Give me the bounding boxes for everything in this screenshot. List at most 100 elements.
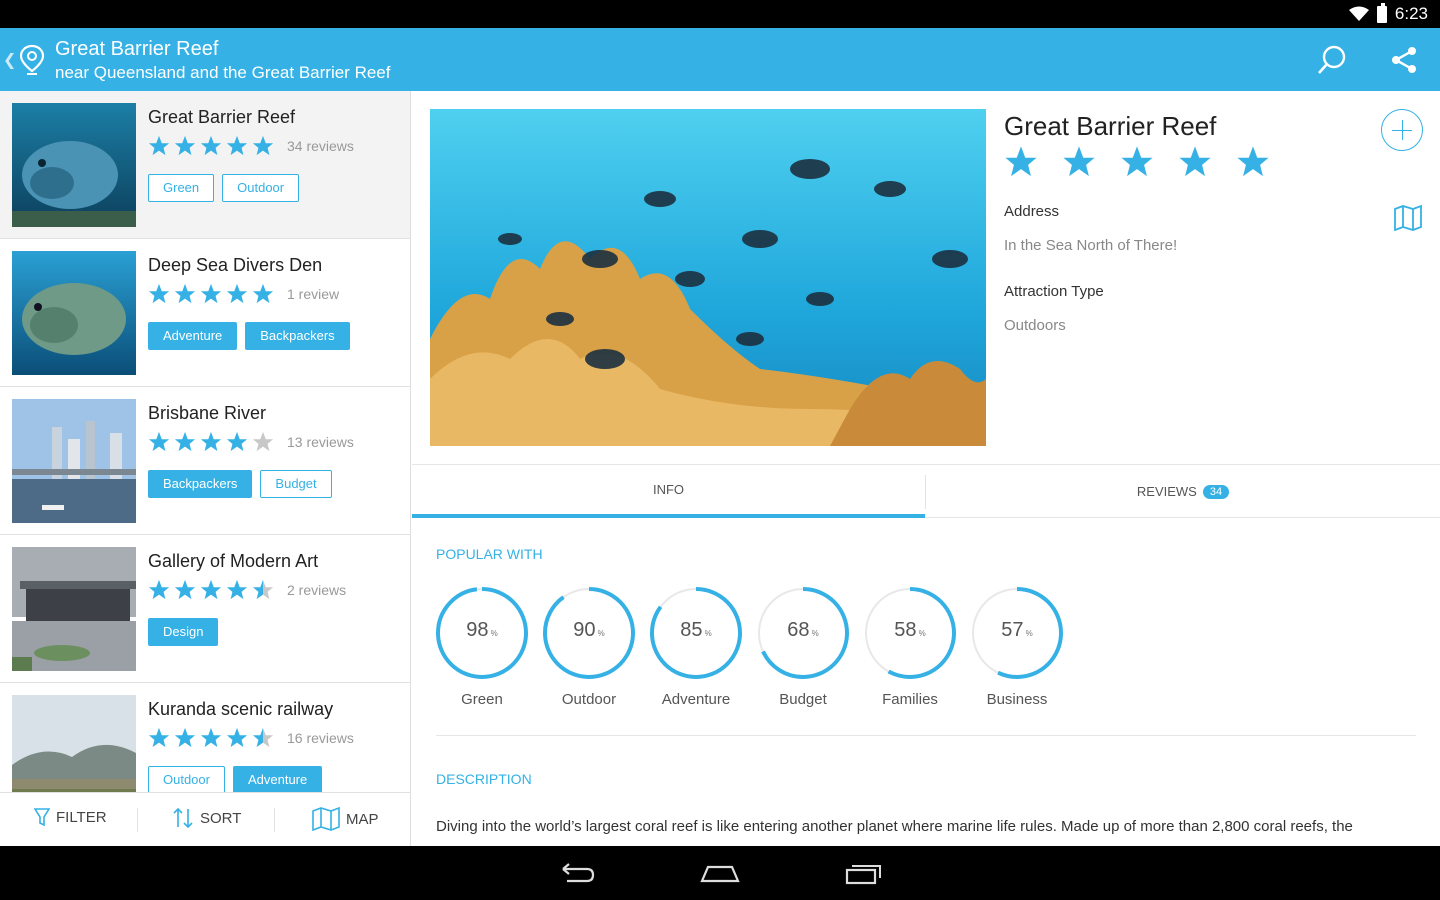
star-icon [200, 431, 222, 452]
tag-design[interactable]: Design [148, 618, 219, 646]
star-icon [174, 579, 196, 600]
tag-backpackers[interactable]: Backpackers [245, 322, 350, 350]
tag-outdoor[interactable]: Outdoor [222, 174, 300, 202]
list-item[interactable]: Great Barrier Reef 34 reviews Green Outd… [0, 91, 410, 239]
tag-adventure[interactable]: Adventure [148, 322, 238, 350]
page-title: Great Barrier Reef [55, 38, 219, 60]
action-bar: ❮ Great Barrier Reef near Queensland and… [0, 28, 1440, 91]
star-icon [252, 431, 274, 452]
attraction-type-label: Attraction Type [1004, 283, 1104, 300]
star-icon [226, 135, 248, 156]
star-icon [1063, 146, 1095, 177]
review-count: 1 review [287, 286, 340, 302]
tag-backpackers[interactable]: Backpackers [148, 470, 253, 498]
list-item[interactable]: Brisbane River 13 reviews Backpackers Bu… [0, 387, 410, 535]
sort-arrows-icon [173, 807, 193, 829]
popular-with-heading: POPULAR WITH [436, 546, 543, 562]
thumbnail-image [12, 695, 136, 792]
back-icon[interactable] [555, 859, 597, 887]
page-subtitle: near Queensland and the Great Barrier Re… [55, 63, 391, 82]
filter-button[interactable]: FILTER [34, 807, 107, 827]
star-icon [174, 727, 196, 748]
tag-list: Outdoor Adventure [148, 766, 323, 792]
thumbnail-image [12, 103, 136, 227]
list-item[interactable]: Gallery of Modern Art 2 reviews Design [0, 535, 410, 683]
tag-budget[interactable]: Budget [260, 470, 332, 498]
tab-reviews-label: REVIEWS [1136, 484, 1197, 499]
map-icon [312, 807, 340, 831]
star-icon [174, 283, 196, 304]
location-pin-icon[interactable] [18, 44, 46, 76]
star-icon [226, 727, 248, 748]
star-icon [148, 431, 170, 452]
star-icon [1237, 146, 1269, 177]
recent-apps-icon[interactable] [843, 859, 885, 887]
tag-list: Backpackers Budget [148, 470, 332, 498]
tab-info[interactable]: INFO [412, 465, 925, 518]
star-icon [252, 283, 274, 304]
map-label: MAP [346, 810, 379, 828]
address-value: In the Sea North of There! [1004, 237, 1178, 254]
star-icon [252, 727, 274, 748]
detail-title: Great Barrier Reef [1004, 111, 1217, 141]
review-count: 16 reviews [287, 730, 354, 746]
tag-outdoor[interactable]: Outdoor [148, 766, 225, 792]
tab-info-label: INFO [652, 482, 685, 497]
sort-button[interactable]: SORT [172, 807, 241, 829]
description-heading: DESCRIPTION [436, 771, 532, 787]
tag-list: Adventure Backpackers [148, 322, 350, 350]
add-button[interactable] [1381, 109, 1423, 151]
star-icon [1179, 146, 1211, 177]
item-name: Great Barrier Reef [148, 107, 296, 127]
divider [274, 808, 275, 832]
description-text: Diving into the world’s largest coral re… [436, 818, 1353, 835]
star-icon [226, 579, 248, 600]
percent-value: 90 % [573, 619, 605, 641]
item-name: Brisbane River [148, 403, 267, 423]
star-icon [200, 727, 222, 748]
percent-value: 98 % [466, 619, 498, 641]
share-icon[interactable] [1386, 42, 1422, 78]
reviews-count-badge: 34 [1202, 484, 1230, 499]
thumbnail-image [12, 547, 136, 671]
attraction-list[interactable]: Great Barrier Reef 34 reviews Green Outd… [0, 91, 410, 792]
star-icon [174, 135, 196, 156]
star-icon [148, 727, 170, 748]
star-icon [1005, 146, 1037, 177]
percent-value: 57 % [1001, 619, 1033, 641]
address-label: Address [1004, 203, 1060, 220]
star-icon [148, 283, 170, 304]
map-icon[interactable] [1393, 204, 1423, 232]
rating-stars [148, 431, 274, 453]
sort-label: SORT [200, 809, 242, 827]
percent-value: 68 % [787, 619, 819, 641]
list-item[interactable]: Kuranda scenic railway 16 reviews Outdoo… [0, 683, 410, 792]
percent-value: 58 % [894, 619, 926, 641]
tag-green[interactable]: Green [148, 174, 215, 202]
divider [436, 735, 1416, 736]
wifi-icon [1348, 6, 1369, 21]
star-icon [252, 579, 274, 600]
star-icon [200, 135, 222, 156]
filter-label: FILTER [56, 808, 107, 826]
clock: 6:23 [1394, 4, 1428, 23]
tab-reviews[interactable]: REVIEWS 34 [926, 465, 1440, 518]
map-button[interactable]: MAP [312, 807, 379, 831]
search-icon[interactable] [1314, 42, 1350, 78]
tag-list: Green Outdoor [148, 174, 300, 202]
rating-stars [148, 283, 274, 305]
detail-tabs: INFO REVIEWS 34 [412, 464, 1440, 518]
detail-pane: Great Barrier Reef Address In the Sea No… [412, 91, 1440, 846]
star-icon [226, 283, 248, 304]
funnel-icon [34, 808, 50, 827]
tag-adventure[interactable]: Adventure [232, 766, 323, 792]
up-chevron-icon[interactable]: ❮ [3, 50, 16, 69]
list-bottom-bar: FILTER SORT MAP [0, 792, 410, 846]
review-count: 13 reviews [287, 434, 354, 450]
review-count: 2 reviews [287, 582, 347, 598]
list-item[interactable]: Deep Sea Divers Den 1 review Adventure B… [0, 239, 410, 387]
percent-value: 85 % [680, 619, 712, 641]
star-icon [1121, 146, 1153, 177]
home-icon[interactable] [699, 859, 741, 887]
star-icon [148, 135, 170, 156]
